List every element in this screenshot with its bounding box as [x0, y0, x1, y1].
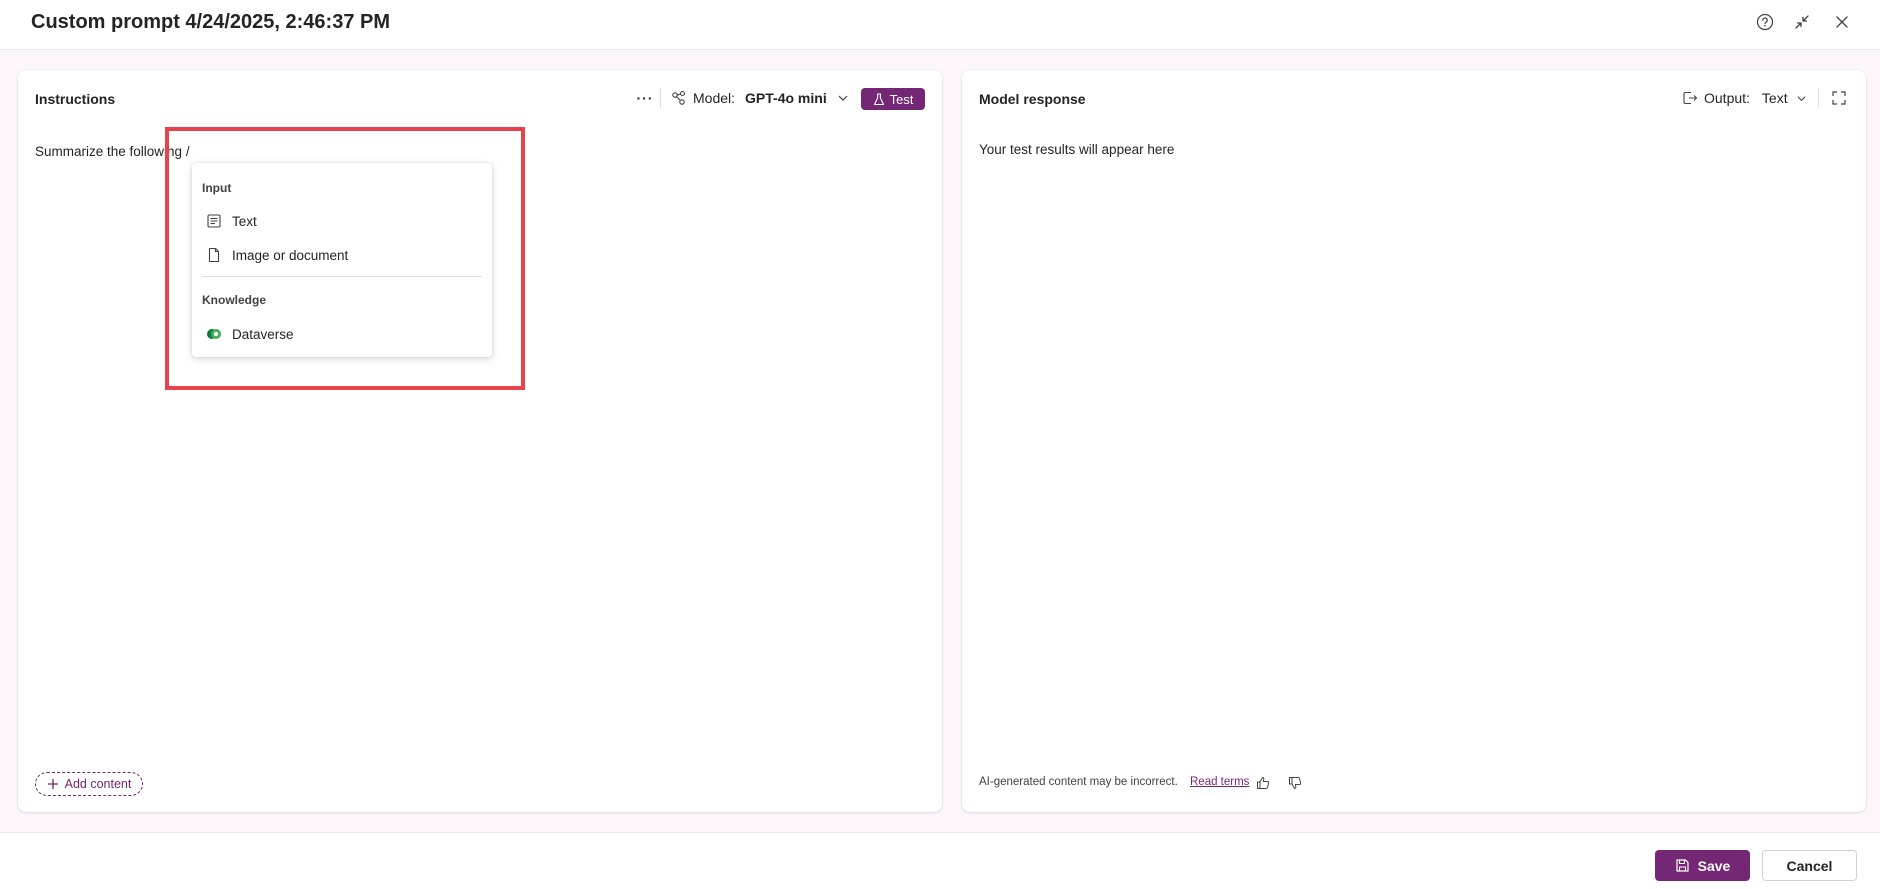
model-response-title: Model response [979, 91, 1086, 107]
chevron-down-icon [1796, 93, 1807, 104]
output-value: Text [1761, 90, 1788, 106]
more-options-button[interactable]: ··· [632, 84, 658, 112]
model-icon [671, 90, 687, 106]
expand-icon [1831, 90, 1847, 106]
toolbar-divider [1818, 88, 1819, 108]
text-doc-icon [206, 213, 222, 229]
help-icon[interactable] [1752, 9, 1778, 35]
thumbs-up-icon[interactable] [1252, 772, 1274, 794]
save-button[interactable]: Save [1655, 850, 1750, 881]
model-selector[interactable]: Model: GPT-4o mini [671, 84, 849, 112]
add-content-label: Add content [64, 777, 132, 791]
menu-item-label: Text [232, 213, 257, 229]
read-terms-link[interactable]: Read terms [1190, 776, 1249, 788]
output-label: Output: [1704, 90, 1750, 106]
expand-button[interactable] [1827, 84, 1851, 112]
dataverse-icon [206, 326, 222, 342]
response-placeholder: Your test results will appear here [979, 142, 1175, 157]
add-content-button[interactable]: Add content [35, 772, 143, 796]
prompt-editor[interactable]: Summarize the following / [35, 144, 190, 159]
page-title: Custom prompt 4/24/2025, 2:46:37 PM [31, 11, 391, 33]
collapse-icon[interactable] [1789, 9, 1815, 35]
dialog-footer: Save Cancel [0, 832, 1880, 889]
instructions-title: Instructions [35, 91, 116, 107]
model-value: GPT-4o mini [745, 90, 827, 106]
thumbs-down-icon[interactable] [1284, 772, 1306, 794]
toolbar-divider [660, 88, 661, 108]
test-button-label: Test [889, 91, 914, 107]
menu-item-dataverse[interactable]: Dataverse [196, 319, 488, 349]
ai-disclaimer: AI-generated content may be incorrect. [979, 776, 1178, 788]
menu-item-label: Image or document [232, 247, 349, 263]
model-label: Model: [693, 90, 736, 106]
output-icon [1682, 90, 1698, 106]
model-response-panel: Model response Output: Text Your test re… [962, 70, 1866, 812]
menu-item-label: Dataverse [232, 326, 294, 342]
cancel-button[interactable]: Cancel [1762, 850, 1857, 881]
flask-icon [873, 92, 885, 106]
menu-item-image-or-document[interactable]: Image or document [196, 240, 488, 270]
output-selector[interactable]: Output: Text [1682, 84, 1807, 112]
menu-item-text[interactable]: Text [196, 206, 488, 236]
save-button-label: Save [1697, 857, 1731, 874]
insert-menu: Input Text Image or document Knowledge D… [192, 163, 492, 357]
dialog-header: Custom prompt 4/24/2025, 2:46:37 PM [0, 0, 1880, 50]
close-icon[interactable] [1829, 9, 1855, 35]
menu-section-input: Input [202, 181, 232, 195]
menu-section-knowledge: Knowledge [202, 293, 267, 307]
chevron-down-icon [837, 92, 849, 104]
test-button[interactable]: Test [861, 88, 925, 110]
document-icon [206, 247, 222, 263]
save-icon [1675, 858, 1690, 873]
plus-icon [47, 778, 59, 790]
menu-divider [202, 276, 482, 277]
